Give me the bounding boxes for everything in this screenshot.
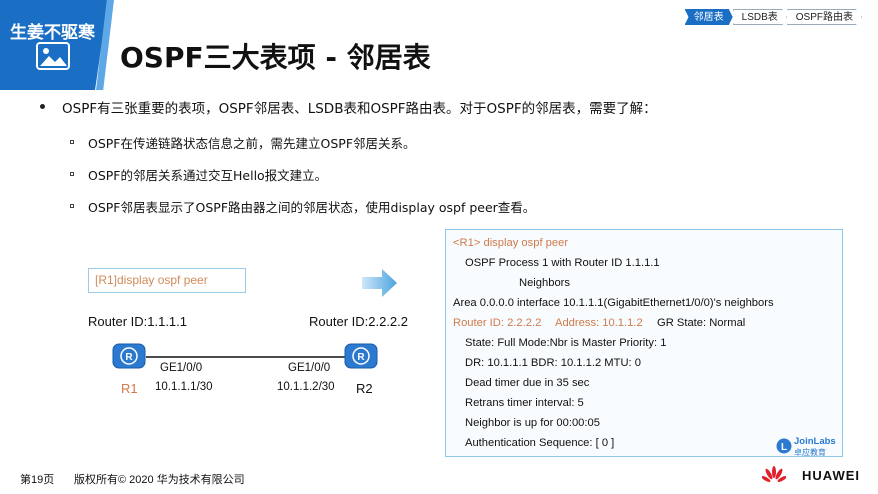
link-line <box>146 356 346 358</box>
svg-text:R: R <box>357 352 365 363</box>
cli-state-line: State: Full Mode:Nbr is Master Priority:… <box>465 337 667 349</box>
r2-ip: 10.1.1.2/30 <box>277 381 335 393</box>
r2-router-id: Router ID:2.2.2.2 <box>309 314 408 329</box>
svg-text:L: L <box>781 442 787 453</box>
cli-neighbor-up: Neighbor is up for 00:00:05 <box>465 417 600 429</box>
r1-label: R1 <box>121 381 138 396</box>
watermark-text: 生姜不驱寒 <box>10 23 95 43</box>
cli-area-line: Area 0.0.0.0 interface 10.1.1.1(GigabitE… <box>453 297 774 309</box>
joinlabs-logo: L JoinLabs 卓应教育 <box>776 436 836 458</box>
r1-interface: GE1/0/0 <box>160 362 203 374</box>
r1-ip: 10.1.1.1/30 <box>155 381 213 393</box>
sub-bullet-marker <box>70 204 74 208</box>
sub-bullet-marker <box>70 172 74 176</box>
router-r1-icon[interactable]: R <box>112 343 146 369</box>
bullet-dot <box>40 104 45 109</box>
page-title: OSPF三大表项 - 邻居表 <box>120 41 431 74</box>
cli-gr-state: GR State: Normal <box>657 317 746 329</box>
cli-address: Address: 10.1.1.2 <box>555 317 643 329</box>
section-tabs: 邻居表 LSDB表 OSPF路由表 <box>684 9 862 25</box>
cli-output-box: <R1> display ospf peer OSPF Process 1 wi… <box>445 229 843 457</box>
arrow-right-icon <box>362 269 397 297</box>
router-r2-icon[interactable]: R <box>344 343 378 369</box>
page-number: 第19页 <box>20 474 55 486</box>
tab-lsdb-table[interactable]: LSDB表 <box>732 9 787 25</box>
joinlabs-subtext: 卓应教育 <box>794 448 826 457</box>
svg-text:R: R <box>125 352 133 363</box>
tab-ospf-routing-table[interactable]: OSPF路由表 <box>786 9 862 25</box>
cli-retrans-timer: Retrans timer interval: 5 <box>465 397 584 409</box>
command-box: [R1]display ospf peer <box>88 268 246 293</box>
cli-dr-line: DR: 10.1.1.1 BDR: 10.1.1.2 MTU: 0 <box>465 357 641 369</box>
bullet-main: OSPF有三张重要的表项，OSPF邻居表、LSDB表和OSPF路由表。对于OSP… <box>62 101 657 117</box>
r2-label: R2 <box>356 381 373 396</box>
copyright-text: 版权所有© 2020 华为技术有限公司 <box>74 474 245 486</box>
r2-interface: GE1/0/0 <box>288 362 331 374</box>
sub-bullet-2: OSPF的邻居关系通过交互Hello报文建立。 <box>88 168 328 183</box>
cli-command-line: <R1> display ospf peer <box>453 237 569 249</box>
r1-router-id: Router ID:1.1.1.1 <box>88 314 187 329</box>
cli-neighbors-heading: Neighbors <box>519 277 570 289</box>
cli-dead-timer: Dead timer due in 35 sec <box>465 377 590 389</box>
sub-bullet-1: OSPF在传递链路状态信息之前，需先建立OSPF邻居关系。 <box>88 136 416 151</box>
joinlabs-text: JoinLabs <box>794 436 836 447</box>
cli-router-id: Router ID: 2.2.2.2 <box>453 317 542 329</box>
cli-process-line: OSPF Process 1 with Router ID 1.1.1.1 <box>465 257 660 269</box>
sub-bullet-marker <box>70 140 74 144</box>
tab-neighbor-table[interactable]: 邻居表 <box>684 9 733 25</box>
cli-auth-seq: Authentication Sequence: [ 0 ] <box>465 437 615 449</box>
joinlabs-l-icon: L <box>776 438 792 454</box>
image-icon <box>36 42 70 70</box>
huawei-logo-icon <box>762 466 786 482</box>
huawei-brand: HUAWEI <box>802 468 860 483</box>
sub-bullet-3: OSPF邻居表显示了OSPF路由器之间的邻居状态，使用display ospf … <box>88 200 536 215</box>
